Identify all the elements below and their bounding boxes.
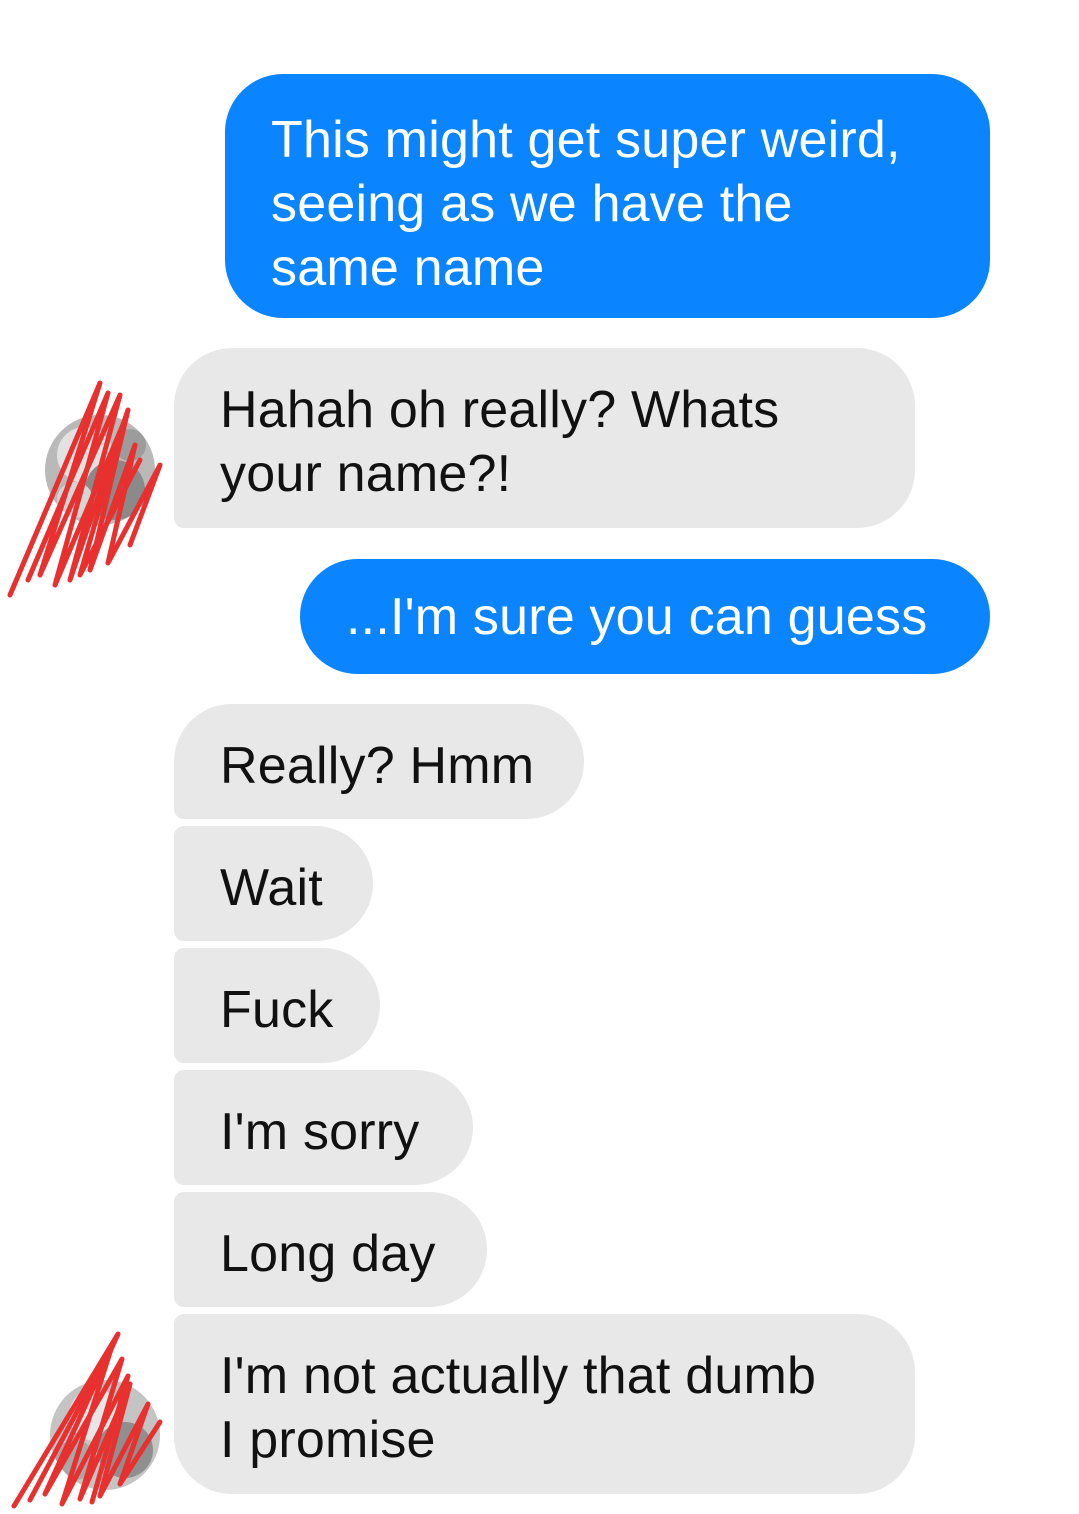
sent-message[interactable]: This might get super weird, seeing as we… (225, 74, 990, 318)
received-message[interactable]: I'm not actually that dumb I promise (174, 1314, 915, 1494)
received-message[interactable]: Really? Hmm (174, 704, 584, 819)
received-message[interactable]: I'm sorry (174, 1070, 473, 1185)
received-message[interactable]: Fuck (174, 948, 380, 1063)
sent-message[interactable]: ...I'm sure you can guess (300, 559, 990, 674)
received-message[interactable]: Wait (174, 826, 373, 941)
received-message[interactable]: Hahah oh really? Whats your name?! (174, 348, 915, 528)
contact-avatar[interactable] (50, 1380, 160, 1490)
chat-screen: { "conversation": { "messages": [ { "sen… (0, 0, 1079, 1514)
avatar-photo (50, 1380, 160, 1490)
received-message[interactable]: Long day (174, 1192, 487, 1307)
contact-avatar[interactable] (45, 415, 155, 525)
avatar-photo (45, 415, 155, 525)
